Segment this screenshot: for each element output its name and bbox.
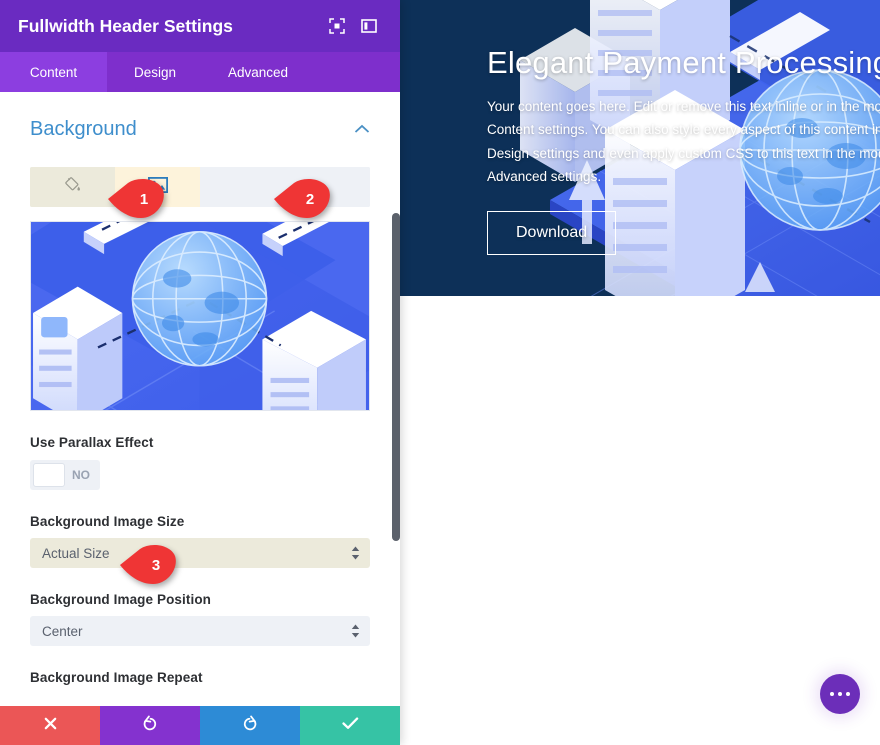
background-image-position-select[interactable]: Center	[30, 616, 370, 646]
select-value: Center	[42, 623, 83, 639]
redo-button[interactable]	[200, 706, 300, 745]
panel-header: Fullwidth Header Settings	[0, 0, 400, 52]
tab-label: Design	[133, 64, 177, 80]
panel-body: Background Use Parallax Effect NO Backgr…	[0, 92, 400, 706]
download-button[interactable]: Download	[487, 211, 617, 256]
background-image-preview[interactable]	[30, 221, 370, 411]
background-section-header[interactable]: Background	[0, 92, 400, 141]
undo-button[interactable]	[100, 706, 200, 745]
tab-label: Content	[29, 64, 78, 80]
cancel-button[interactable]	[0, 706, 100, 745]
hero-body-text: Your content goes here. Edit or remove t…	[487, 99, 880, 184]
field-label: Use Parallax Effect	[30, 435, 154, 450]
chevron-up-icon[interactable]	[354, 121, 370, 139]
tab-label: Advanced	[227, 64, 289, 80]
panel-title: Fullwidth Header Settings	[18, 15, 233, 36]
chevron-updown-icon	[351, 624, 360, 638]
panel-tabs: Content Design Advanced	[0, 52, 400, 92]
fullwidth-header-module[interactable]: Elegant Payment Processing Your content …	[400, 0, 880, 296]
page-preview-canvas: Elegant Payment Processing Your content …	[400, 0, 880, 745]
panel-layout-icon[interactable]	[356, 13, 382, 39]
chevron-updown-icon	[351, 546, 360, 560]
hero-title: Elegant Payment Processing	[487, 45, 880, 80]
tab-design[interactable]: Design	[107, 52, 203, 92]
callout-marker-label: 3	[151, 556, 161, 574]
panel-scrollbar[interactable]	[392, 213, 400, 541]
app-root: Elegant Payment Processing Your content …	[0, 0, 880, 745]
background-image-thumbnail	[31, 222, 369, 410]
section-title: Background	[30, 118, 137, 140]
ellipsis-icon	[846, 692, 850, 696]
settings-panel: Fullwidth Header Settings Content Design	[0, 0, 400, 745]
parallax-toggle[interactable]: NO	[30, 460, 100, 490]
hero-content: Elegant Payment Processing Your content …	[487, 44, 880, 256]
toggle-value: NO	[72, 468, 90, 482]
undo-icon	[142, 715, 158, 736]
check-icon	[341, 716, 359, 736]
background-image-size-select[interactable]: Actual Size	[30, 538, 370, 568]
select-value: Actual Size	[42, 545, 110, 561]
paint-bucket-icon	[64, 176, 81, 198]
background-video-tab[interactable]	[200, 167, 285, 207]
field-label: Background Image Size	[30, 514, 185, 529]
tab-content[interactable]: Content	[0, 52, 107, 92]
options-fab[interactable]	[820, 674, 860, 714]
field-background-image-position: Background Image Position Center	[0, 592, 400, 646]
callout-marker-label: 2	[305, 190, 315, 208]
field-background-image-size: Background Image Size Actual Size	[0, 514, 400, 568]
fullscreen-icon[interactable]	[324, 13, 350, 39]
save-button[interactable]	[300, 706, 400, 745]
field-label: Background Image Repeat	[30, 670, 203, 685]
field-background-image-repeat: Background Image Repeat	[0, 670, 400, 685]
panel-action-bar	[0, 706, 400, 745]
tab-advanced[interactable]: Advanced	[203, 52, 313, 92]
toggle-knob[interactable]	[33, 463, 65, 487]
field-use-parallax-effect: Use Parallax Effect NO	[0, 435, 400, 490]
callout-marker-label: 1	[139, 190, 149, 208]
callout-marker-3: 3	[120, 544, 178, 586]
background-color-tab[interactable]	[30, 167, 115, 207]
redo-icon	[242, 715, 258, 736]
ellipsis-icon	[838, 692, 842, 696]
close-icon	[43, 716, 58, 736]
ellipsis-icon	[830, 692, 834, 696]
callout-marker-2: 2	[274, 178, 332, 220]
field-label: Background Image Position	[30, 592, 212, 607]
callout-marker-1: 1	[108, 178, 166, 220]
